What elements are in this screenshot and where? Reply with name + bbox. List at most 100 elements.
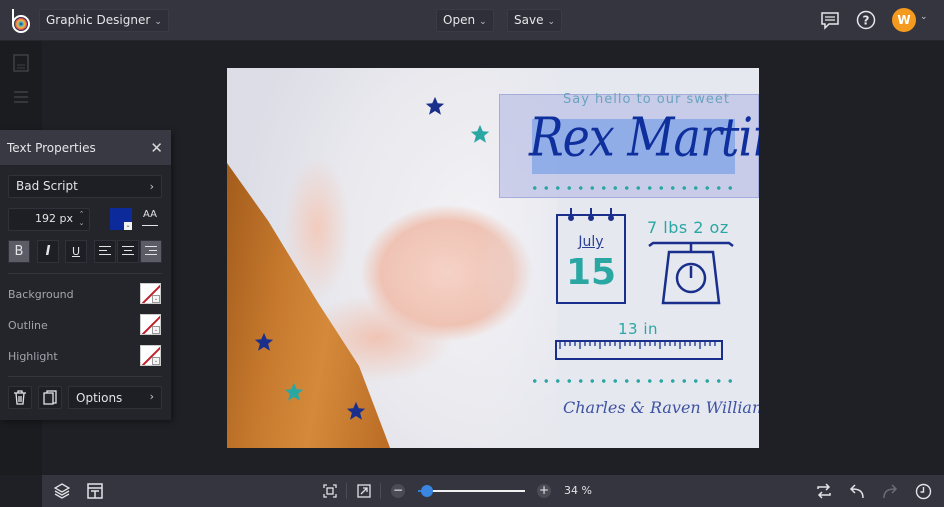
user-avatar[interactable]: W xyxy=(892,8,916,32)
greeting-text[interactable]: Say hello to our sweet xyxy=(563,92,730,107)
toolbar-separator xyxy=(346,483,347,499)
zoom-in-button[interactable]: + xyxy=(537,484,551,498)
chevron-right-icon: › xyxy=(149,180,154,193)
delete-button[interactable] xyxy=(8,386,32,409)
background-label: Background xyxy=(8,288,74,301)
duplicate-button[interactable] xyxy=(38,386,62,409)
calendar-ring xyxy=(608,208,614,221)
chevron-down-icon: ⌄ xyxy=(152,295,160,303)
help-icon[interactable]: ? xyxy=(856,10,876,30)
align-right-button[interactable] xyxy=(140,240,162,263)
open-label: Open xyxy=(443,13,476,27)
fit-to-screen-icon[interactable] xyxy=(322,483,338,499)
star-navy-icon[interactable] xyxy=(345,400,367,422)
duplicate-icon xyxy=(43,390,57,405)
align-left-icon xyxy=(99,246,111,256)
ruler-body xyxy=(555,340,723,360)
workspace-menu[interactable]: Graphic Designer ⌄ xyxy=(39,9,169,32)
close-icon[interactable]: ✕ xyxy=(150,139,163,157)
svg-text:?: ? xyxy=(863,14,870,28)
align-right-icon xyxy=(145,246,157,256)
calendar-ring xyxy=(588,208,594,221)
letter-spacing-button[interactable]: AA xyxy=(138,208,162,231)
open-button[interactable]: Open ⌄ xyxy=(436,9,494,32)
outline-color-swatch[interactable]: ⌄ xyxy=(140,314,161,335)
undo-icon[interactable] xyxy=(848,482,866,500)
font-size-input[interactable]: 192 px ⌃ ⌄ xyxy=(8,208,90,231)
calendar-graphic[interactable]: July 15 xyxy=(556,208,626,304)
letter-spacing-label: AA xyxy=(143,209,157,220)
align-left-button[interactable] xyxy=(94,240,116,263)
star-teal-icon[interactable] xyxy=(283,381,305,403)
panel-divider xyxy=(8,273,162,274)
font-size-value: 192 px xyxy=(35,212,73,225)
align-center-button[interactable] xyxy=(117,240,139,263)
expand-icon[interactable] xyxy=(356,483,372,499)
history-icon[interactable] xyxy=(914,482,932,500)
background-color-swatch[interactable]: ⌄ xyxy=(140,283,161,304)
comments-icon[interactable] xyxy=(819,10,841,30)
text-color-swatch[interactable]: ⌄ xyxy=(110,208,132,230)
chevron-right-icon: › xyxy=(149,390,154,403)
chevron-down-icon: ⌄ xyxy=(152,326,160,334)
align-center-icon xyxy=(122,246,134,256)
chevron-down-icon: ⌄ xyxy=(547,17,556,27)
app-logo[interactable] xyxy=(10,8,32,34)
bold-label: B xyxy=(14,244,24,259)
options-button[interactable]: Options › xyxy=(68,386,162,409)
toolbar-separator xyxy=(380,483,381,499)
birth-day[interactable]: 15 xyxy=(558,252,624,293)
redo-icon[interactable] xyxy=(881,482,899,500)
star-teal-icon[interactable] xyxy=(469,123,491,145)
chevron-down-icon[interactable]: ⌄ xyxy=(920,12,928,22)
panel-title: Text Properties xyxy=(7,140,96,155)
ruler-icon[interactable] xyxy=(555,340,725,362)
image-tool-icon[interactable] xyxy=(11,53,31,73)
parents-text[interactable]: Charles & Raven Williams xyxy=(563,398,759,417)
zoom-out-button[interactable]: − xyxy=(391,484,405,498)
star-navy-icon[interactable] xyxy=(424,95,446,117)
adjust-tool-icon[interactable] xyxy=(11,87,31,107)
font-family-value: Bad Script xyxy=(16,179,78,193)
underline-label: U xyxy=(71,245,81,258)
options-label: Options xyxy=(76,390,123,405)
top-bar: Graphic Designer ⌄ Open ⌄ Save ⌄ ? W ⌄ xyxy=(0,0,944,41)
weight-text[interactable]: 7 lbs 2 oz xyxy=(647,218,729,237)
italic-label: I xyxy=(45,244,51,259)
layers-icon[interactable] xyxy=(53,482,71,500)
birth-month[interactable]: July xyxy=(558,234,624,250)
swap-icon[interactable] xyxy=(815,482,833,500)
avatar-initial: W xyxy=(897,13,911,27)
length-text[interactable]: 13 in xyxy=(618,320,658,338)
save-button[interactable]: Save ⌄ xyxy=(507,9,563,32)
design-canvas[interactable]: Say hello to our sweet Rex Martin July 1… xyxy=(227,68,759,448)
highlight-label: Highlight xyxy=(8,350,58,363)
highlight-color-swatch[interactable]: ⌄ xyxy=(140,345,161,366)
zoom-slider[interactable] xyxy=(418,485,525,497)
dotted-divider xyxy=(529,186,735,190)
star-navy-icon[interactable] xyxy=(253,331,275,353)
letter-spacing-bar xyxy=(142,225,158,226)
zoom-slider-handle[interactable] xyxy=(420,485,433,497)
text-properties-panel: Text Properties ✕ Bad Script › 192 px ⌃ ⌄… xyxy=(0,130,171,420)
font-family-select[interactable]: Bad Script › xyxy=(8,175,162,198)
baby-name-text[interactable]: Rex Martin xyxy=(529,106,759,168)
save-label: Save xyxy=(514,13,544,27)
italic-button[interactable]: I xyxy=(37,240,59,263)
scale-icon[interactable] xyxy=(647,240,735,306)
chevron-down-icon: ⌄ xyxy=(154,17,162,27)
outline-label: Outline xyxy=(8,319,48,332)
zoom-percent: 34 % xyxy=(564,484,592,497)
layout-icon[interactable] xyxy=(86,482,104,500)
workspace-menu-label: Graphic Designer xyxy=(46,13,151,27)
trash-icon xyxy=(14,390,26,405)
font-size-stepper[interactable]: ⌃ ⌄ xyxy=(77,210,86,228)
panel-divider xyxy=(8,376,162,377)
calendar-ring xyxy=(568,208,574,221)
underline-button[interactable]: U xyxy=(65,240,87,263)
chevron-down-icon: ⌄ xyxy=(124,222,132,230)
chevron-down-icon: ⌄ xyxy=(152,357,160,365)
panel-header: Text Properties ✕ xyxy=(0,130,171,165)
dotted-divider xyxy=(529,379,735,383)
bold-button[interactable]: B xyxy=(8,240,30,263)
